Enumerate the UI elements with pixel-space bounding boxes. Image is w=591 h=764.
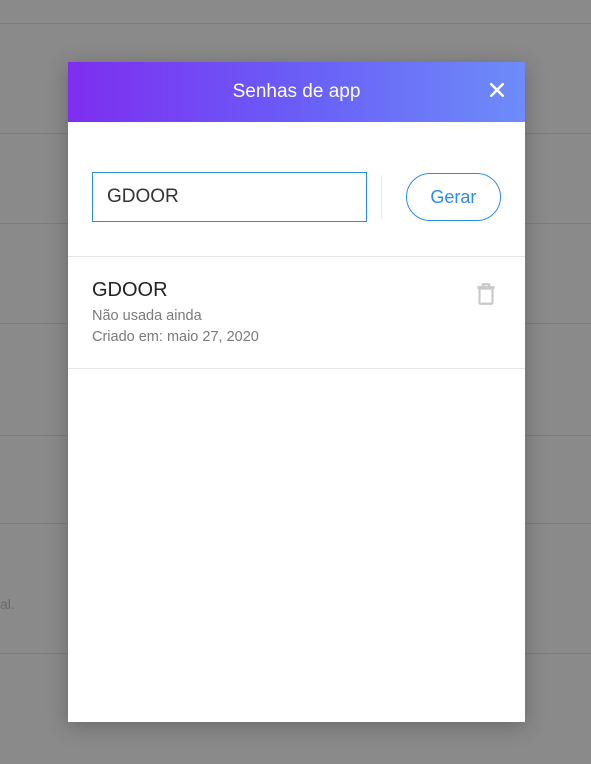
app-passwords-modal: Senhas de app Gerar GDOOR Não usada aind… [68,62,525,722]
item-created: Criado em: maio 27, 2020 [92,327,473,348]
divider [381,175,382,219]
modal-title: Senhas de app [233,81,361,103]
modal-header: Senhas de app [68,62,525,122]
item-name: GDOOR [92,279,473,302]
password-list: GDOOR Não usada ainda Criado em: maio 27… [68,257,525,722]
item-status: Não usada ainda [92,306,473,327]
item-text: GDOOR Não usada ainda Criado em: maio 27… [92,279,473,348]
delete-button[interactable] [473,281,501,309]
trash-icon [473,294,499,311]
background-partial-text: al. [0,596,15,612]
create-form: Gerar [68,122,525,257]
close-button[interactable] [483,78,511,106]
generate-button-label: Gerar [430,187,476,208]
generate-button[interactable]: Gerar [406,173,501,221]
list-item: GDOOR Não usada ainda Criado em: maio 27… [68,257,525,369]
app-name-input[interactable] [92,172,367,222]
close-icon [487,80,507,105]
